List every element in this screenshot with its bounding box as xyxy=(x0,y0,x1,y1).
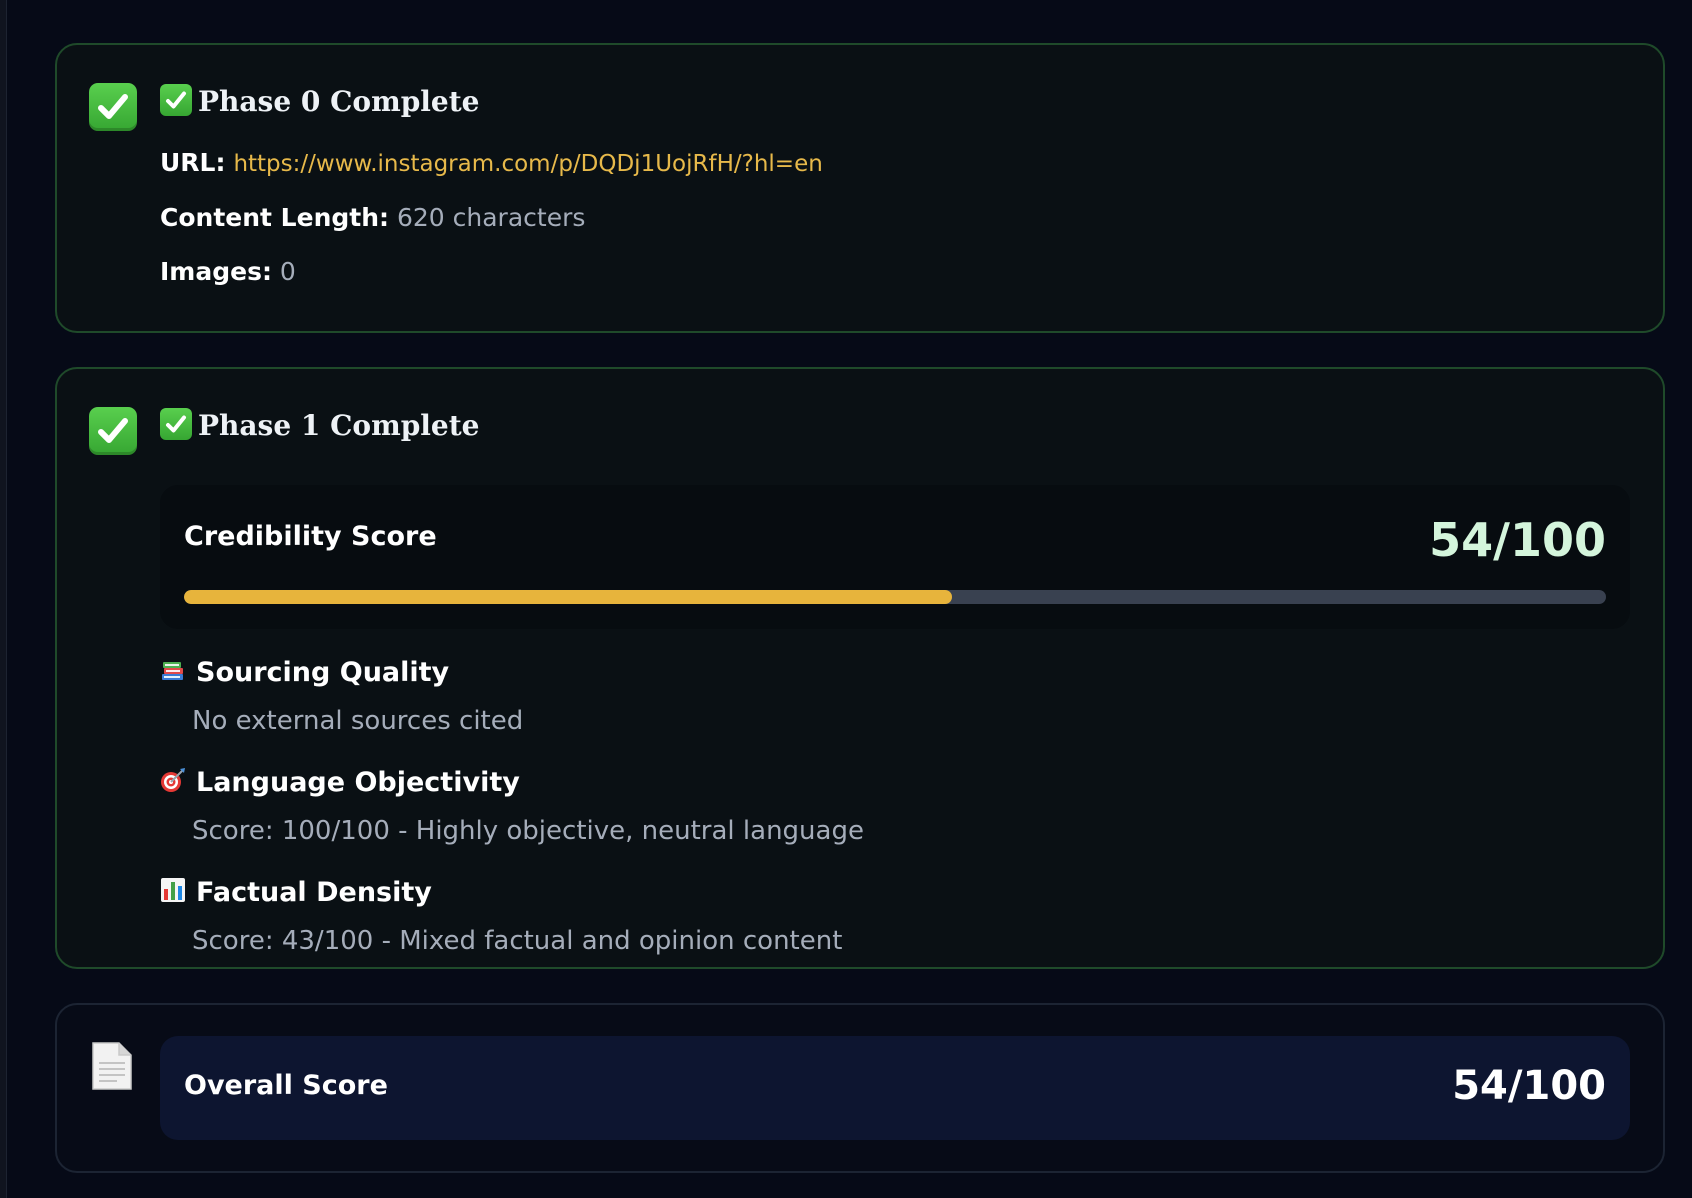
content-length-value: 620 characters xyxy=(396,203,586,232)
metric-title: Factual Density xyxy=(196,877,432,908)
credibility-score-value: 54/100 xyxy=(1429,513,1606,567)
overall-score-value: 54/100 xyxy=(1452,1063,1606,1109)
credibility-progress-fill xyxy=(184,590,952,604)
metric-title: Sourcing Quality xyxy=(196,657,450,688)
content-length-label: Content Length: xyxy=(160,203,390,232)
phase-0-title-text: Phase 0 Complete xyxy=(198,85,480,118)
check-mark-button-icon xyxy=(89,83,137,131)
credibility-score-panel: Credibility Score 54/100 xyxy=(160,485,1630,629)
url-row: URL: https://www.instagram.com/p/DQDj1Uo… xyxy=(160,147,1630,180)
metric-description: No external sources cited xyxy=(192,706,524,736)
url-label: URL: xyxy=(160,148,226,177)
books-icon xyxy=(162,661,183,680)
phase-0-card: Phase 0 Complete URL: https://www.instag… xyxy=(55,43,1665,333)
metric-description: Score: 43/100 - Mixed factual and opinio… xyxy=(192,926,843,956)
phase-1-card: Phase 1 Complete Credibility Score 54/10… xyxy=(55,367,1665,969)
overall-score-panel: Overall Score 54/100 xyxy=(160,1036,1630,1140)
document-icon xyxy=(92,1042,132,1090)
images-row: Images: 0 xyxy=(160,256,1630,288)
images-label: Images: xyxy=(160,257,272,286)
credibility-score-label: Credibility Score xyxy=(184,521,437,552)
phase-1-body: Phase 1 Complete Credibility Score 54/10… xyxy=(160,405,1630,959)
phase-0-body: Phase 0 Complete URL: https://www.instag… xyxy=(160,81,1630,288)
bar-chart-icon xyxy=(161,877,185,902)
phase-0-title: Phase 0 Complete xyxy=(160,81,1630,123)
metric-sourcing-quality: Sourcing Quality No external sources cit… xyxy=(160,655,1630,739)
left-sidebar-edge xyxy=(0,0,7,1198)
phase-1-title: Phase 1 Complete xyxy=(160,405,1630,447)
phase-1-title-text: Phase 1 Complete xyxy=(198,409,480,442)
check-mark-icon xyxy=(160,83,192,116)
metric-factual-density: Factual Density Score: 43/100 - Mixed fa… xyxy=(160,875,1630,959)
check-mark-button-icon xyxy=(89,407,137,455)
content-length-row: Content Length: 620 characters xyxy=(160,202,1630,234)
check-mark-icon xyxy=(160,407,192,440)
direct-hit-target-icon xyxy=(161,767,185,792)
url-link[interactable]: https://www.instagram.com/p/DQDj1UojRfH/… xyxy=(233,151,822,177)
images-value: 0 xyxy=(279,257,296,286)
results-page: Phase 0 Complete URL: https://www.instag… xyxy=(0,0,1692,1198)
metric-language-objectivity: Language Objectivity Score: 100/100 - Hi… xyxy=(160,765,1630,849)
overall-score-label: Overall Score xyxy=(184,1070,388,1101)
overall-score-card: Overall Score 54/100 xyxy=(55,1003,1665,1173)
credibility-progress-track xyxy=(184,590,1606,604)
metric-title: Language Objectivity xyxy=(196,767,520,798)
metric-description: Score: 100/100 - Highly objective, neutr… xyxy=(192,816,864,846)
